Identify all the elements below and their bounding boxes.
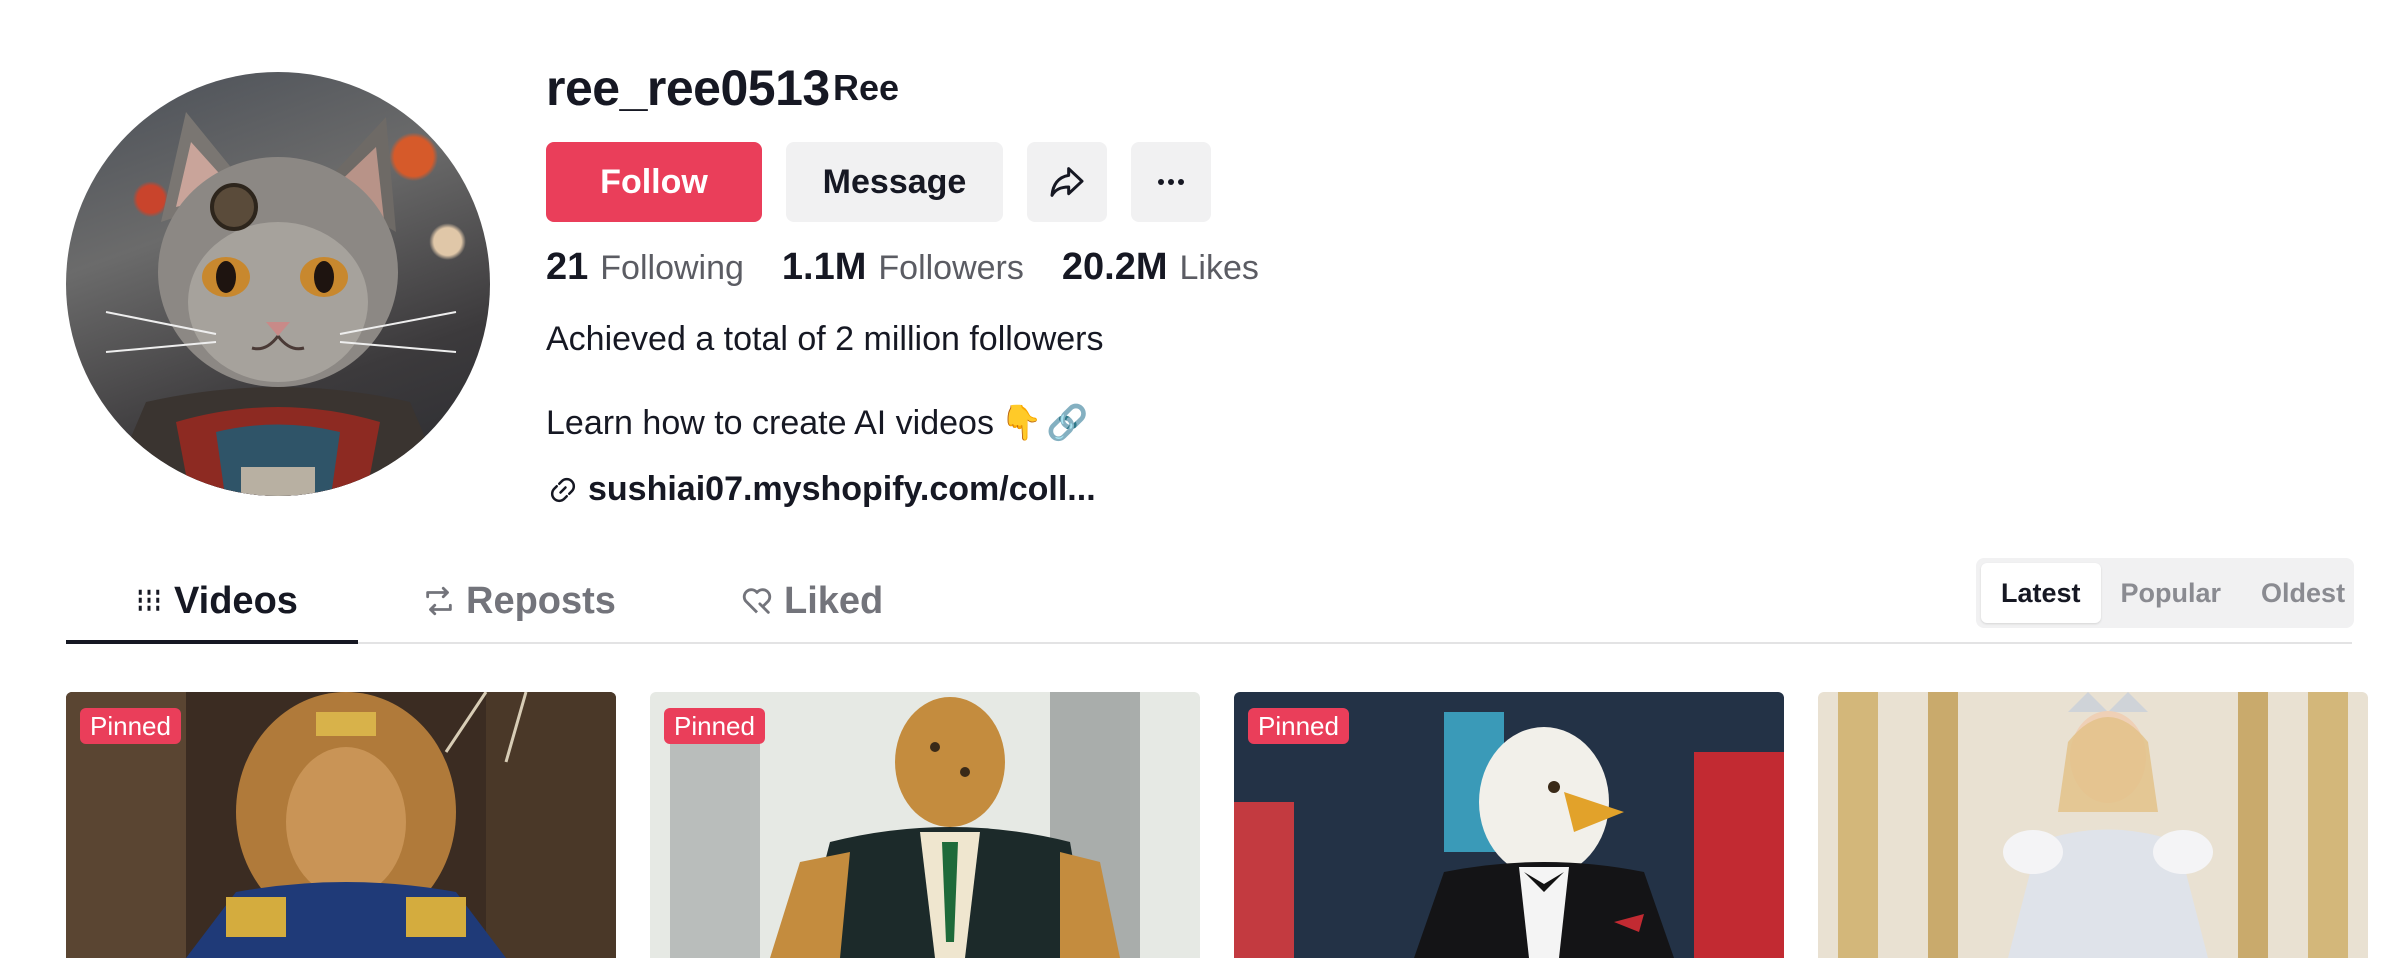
profile-avatar (66, 72, 490, 496)
princess-thumbnail-icon (1818, 692, 2368, 958)
tab-reposts-label: Reposts (466, 579, 616, 622)
sort-oldest[interactable]: Oldest (2241, 563, 2365, 623)
pinned-badge: Pinned (1248, 708, 1349, 744)
video-card[interactable]: Pinned (1234, 692, 1784, 958)
tab-liked[interactable]: Liked (740, 560, 883, 642)
bio-line-2: Learn how to create AI videos 👇 🔗 (546, 402, 1089, 444)
sort-segmented-control: Latest Popular Oldest (1976, 558, 2354, 628)
more-icon (1158, 179, 1184, 185)
bio-line-2-text: Learn how to create AI videos (546, 404, 994, 442)
video-card[interactable]: Pinned (650, 692, 1200, 958)
videos-grid-icon (138, 589, 160, 613)
share-icon (1050, 167, 1084, 197)
pinned-badge: Pinned (80, 708, 181, 744)
sort-popular[interactable]: Popular (2101, 563, 2242, 623)
follow-button[interactable]: Follow (546, 142, 762, 222)
message-button[interactable]: Message (786, 142, 1003, 222)
likes-label: Likes (1179, 249, 1259, 287)
bio-link-text[interactable]: sushiai07.myshopify.com/coll... (588, 470, 1096, 509)
tab-liked-label: Liked (784, 579, 884, 622)
cat-avatar-icon (105, 112, 457, 496)
pinned-badge: Pinned (664, 708, 765, 744)
share-button[interactable] (1027, 142, 1107, 222)
following-label[interactable]: Following (600, 249, 744, 288)
sort-latest[interactable]: Latest (1981, 563, 2101, 623)
heart-lock-icon (742, 588, 772, 614)
video-card[interactable]: Pinned (66, 692, 616, 958)
more-options-button[interactable] (1131, 142, 1211, 222)
link-emoji-icon: 🔗 (1046, 404, 1089, 442)
profile-stats: 21 Following 1.1M Followers 20.2M Likes (546, 246, 1297, 294)
tab-videos[interactable]: Videos (134, 560, 298, 642)
video-card[interactable] (1818, 692, 2368, 958)
tab-reposts[interactable]: Reposts (422, 560, 616, 642)
following-count[interactable]: 21 (546, 246, 588, 289)
followers-label[interactable]: Followers (878, 249, 1023, 288)
link-icon (550, 477, 576, 502)
nickname: Ree (833, 67, 900, 108)
username: ree_ree0513 (546, 60, 830, 116)
likes-count: 20.2M (1061, 246, 1168, 288)
video-grid: Pinned Pinned Pinned (66, 692, 2368, 958)
repost-icon (426, 586, 452, 616)
tab-videos-label: Videos (174, 579, 298, 622)
active-tab-underline (66, 640, 358, 644)
pointing-down-emoji-icon: 👇 (999, 404, 1043, 442)
bio-link[interactable]: sushiai07.myshopify.com/coll... (548, 470, 1096, 509)
bio-line-1: Achieved a total of 2 million followers (546, 320, 1104, 358)
followers-count[interactable]: 1.1M (782, 246, 866, 289)
